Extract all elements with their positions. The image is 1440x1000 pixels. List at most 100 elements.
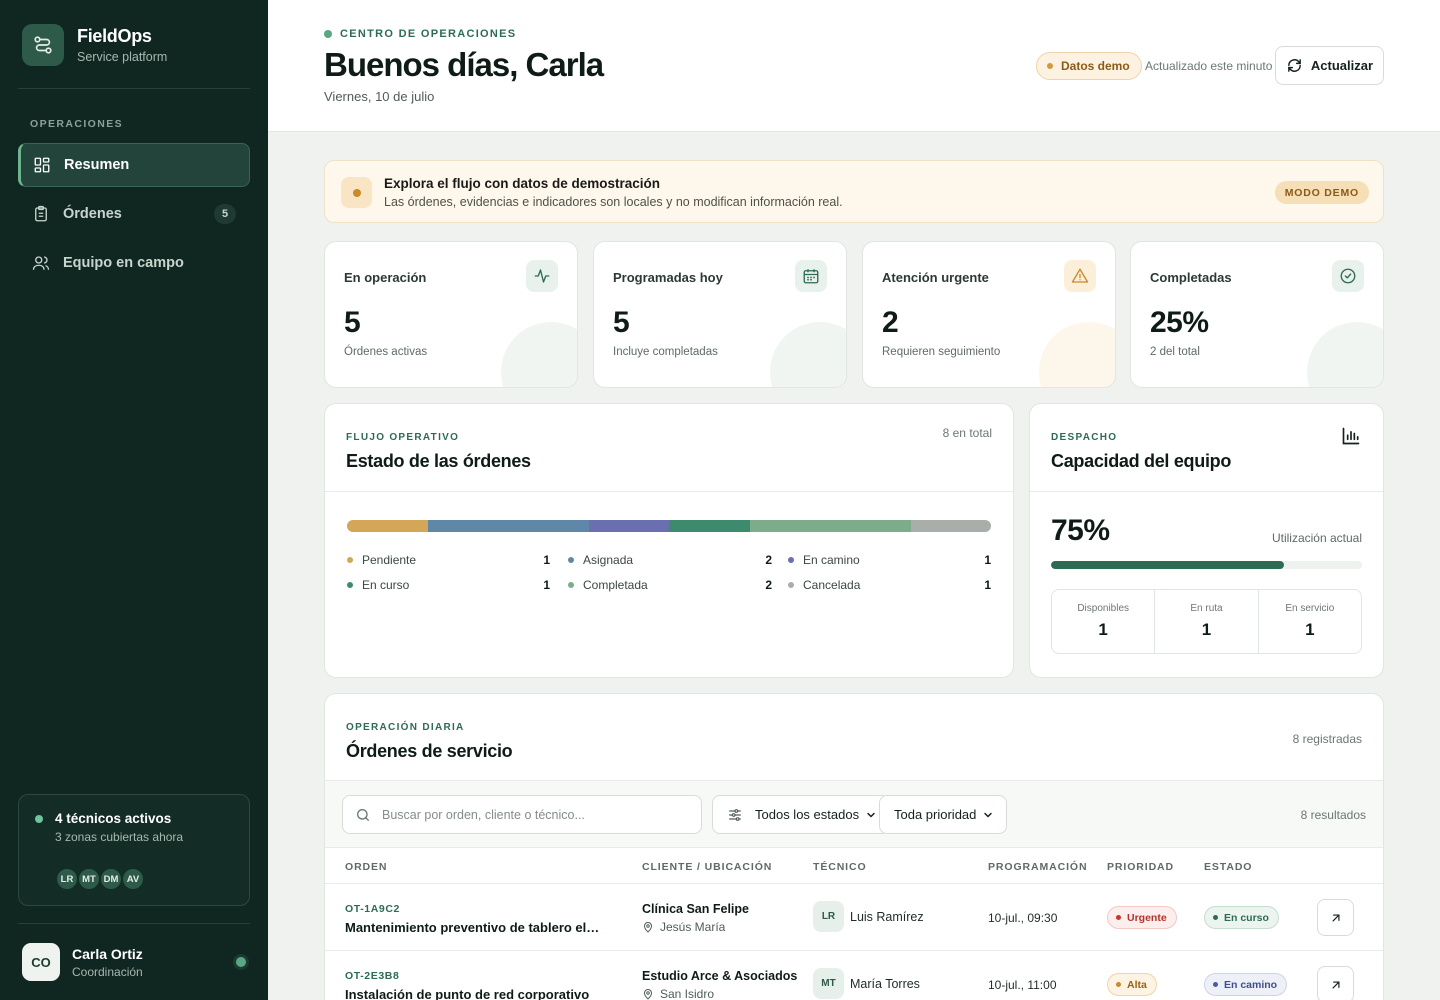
column-header-cliente[interactable]: CLIENTE / UBICACIÓN xyxy=(642,861,772,873)
sidebar-item-resumen[interactable]: Resumen xyxy=(18,143,250,187)
kpi-value: 5 xyxy=(344,306,361,339)
user-avatar: CO xyxy=(22,943,60,981)
client-name: Estudio Arce & Asociados xyxy=(642,969,798,983)
status-label: En curso xyxy=(1224,911,1269,924)
legend-item: Pendiente xyxy=(347,553,416,567)
priority-badge: Urgente xyxy=(1107,906,1177,929)
stat-label: Disponibles xyxy=(1077,603,1130,614)
orders-count-badge: 5 xyxy=(214,204,236,224)
kpi-label: Completadas xyxy=(1150,270,1232,285)
status-bar-segment xyxy=(588,520,669,532)
legend-dot xyxy=(568,582,574,588)
alert-icon xyxy=(1064,260,1096,292)
sidebar-divider xyxy=(18,923,250,924)
banner-subtitle: Las órdenes, evidencias e indicadores so… xyxy=(384,195,843,209)
dashboard-icon xyxy=(33,156,51,174)
table-row[interactable]: OT-1A9C2 Mantenimiento preventivo de tab… xyxy=(325,883,1383,950)
priority-filter-value: Toda prioridad xyxy=(894,807,977,822)
kpi-card-urgente[interactable]: Atención urgente 2 Requieren seguimiento xyxy=(862,241,1116,388)
stat-value: 1 xyxy=(1201,620,1212,639)
kpi-label: Atención urgente xyxy=(882,270,989,285)
chevron-down-icon xyxy=(982,809,994,821)
client-location: Jesús María xyxy=(642,920,725,934)
user-profile[interactable]: CO Carla Ortiz Coordinación xyxy=(22,942,250,982)
legend-dot xyxy=(347,582,353,588)
check-circle-icon xyxy=(1332,260,1364,292)
capacity-note: Utilización actual xyxy=(1271,531,1362,545)
sidebar-item-label: Órdenes xyxy=(63,206,122,222)
legend-item: En camino xyxy=(788,553,860,567)
legend-dot xyxy=(568,557,574,563)
technician: MT María Torres xyxy=(813,968,920,999)
sidebar-item-label: Equipo en campo xyxy=(63,255,184,271)
section-title: Estado de las órdenes xyxy=(346,451,531,471)
legend-label: Pendiente xyxy=(362,553,417,567)
priority-badge: Alta xyxy=(1107,973,1157,996)
brand[interactable]: FieldOps Service platform xyxy=(22,24,167,66)
bar-chart-icon[interactable] xyxy=(1341,426,1361,451)
priority-filter-select[interactable]: Toda prioridad xyxy=(879,795,1008,834)
section-eyebrow: DESPACHO xyxy=(1051,432,1118,443)
stat-label: En ruta xyxy=(1190,603,1223,614)
decorative-blob xyxy=(501,322,577,387)
legend-value: 1 xyxy=(543,553,550,567)
arrow-up-right-icon xyxy=(1329,978,1343,992)
open-order-button[interactable] xyxy=(1317,899,1354,936)
sidebar-item-ordenes[interactable]: Órdenes 5 xyxy=(18,192,250,236)
user-name: Carla Ortiz xyxy=(72,945,143,962)
clipboard-icon xyxy=(32,205,50,223)
capacity-stat: En servicio 1 xyxy=(1259,590,1361,653)
legend-value: 2 xyxy=(765,578,772,592)
search-input[interactable] xyxy=(382,807,682,822)
map-pin-icon xyxy=(642,921,654,933)
legend-dot xyxy=(788,582,794,588)
location-label: San Isidro xyxy=(660,987,715,1000)
decorative-blob xyxy=(770,322,846,387)
banner-title: Explora el flujo con datos de demostraci… xyxy=(384,176,661,191)
table-row[interactable]: OT-2E3B8 Instalación de punto de red cor… xyxy=(325,950,1383,1000)
kpi-value: 5 xyxy=(613,306,630,339)
kpi-card-programadas[interactable]: Programadas hoy 5 Incluye completadas xyxy=(593,241,847,388)
column-header-prioridad[interactable]: PRIORIDAD xyxy=(1107,861,1174,873)
column-header-programacion[interactable]: PROGRAMACIÓN xyxy=(988,861,1087,873)
open-order-button[interactable] xyxy=(1317,966,1354,1000)
order-id[interactable]: OT-2E3B8 xyxy=(345,970,399,982)
refresh-button[interactable]: Actualizar xyxy=(1275,46,1384,85)
column-header-orden[interactable]: ORDEN xyxy=(345,861,387,873)
order-id[interactable]: OT-1A9C2 xyxy=(345,903,400,915)
column-header-estado[interactable]: ESTADO xyxy=(1204,861,1252,873)
capacity-stats: Disponibles 1 En ruta 1 En servicio 1 xyxy=(1051,589,1362,654)
status-dot xyxy=(35,815,43,823)
kpi-subtitle: Incluye completadas xyxy=(613,346,718,358)
sidebar-item-equipo[interactable]: Equipo en campo xyxy=(18,241,250,285)
demo-mode-tag: MODO DEMO xyxy=(1274,181,1369,204)
kpi-card-en-operacion[interactable]: En operación 5 Órdenes activas xyxy=(324,241,578,388)
eyebrow-label: CENTRO DE OPERACIONES xyxy=(340,28,517,40)
demo-badge-label: Datos demo xyxy=(1061,59,1130,73)
service-orders-card: OPERACIÓN DIARIA Órdenes de servicio 8 r… xyxy=(324,693,1384,1000)
status-dot xyxy=(324,30,332,38)
legend-item: Asignada xyxy=(568,553,633,567)
legend-dot xyxy=(347,557,353,563)
map-pin-icon xyxy=(642,988,654,1000)
demo-data-badge: Datos demo xyxy=(1036,52,1142,80)
activity-icon xyxy=(526,260,558,292)
kpi-label: En operación xyxy=(344,270,427,285)
search-field[interactable] xyxy=(342,795,702,834)
status-filter-select[interactable]: Todos los estados xyxy=(712,795,891,834)
kpi-card-completadas[interactable]: Completadas 25% 2 del total xyxy=(1130,241,1384,388)
page-header: CENTRO DE OPERACIONES Buenos días, Carla… xyxy=(268,0,1440,132)
sidebar-divider xyxy=(18,88,250,89)
active-technicians-card: 4 técnicos activos 3 zonas cubiertas aho… xyxy=(18,794,250,906)
column-header-tecnico[interactable]: TÉCNICO xyxy=(813,861,867,873)
legend-label: Cancelada xyxy=(803,578,861,592)
order-title: Instalación de punto de red corporativo xyxy=(345,987,590,1000)
users-icon xyxy=(32,254,50,272)
status-bar-segment xyxy=(347,520,428,532)
avatar: DM xyxy=(99,867,123,891)
status-dot xyxy=(1213,982,1218,987)
order-status-card: FLUJO OPERATIVO Estado de las órdenes 8 … xyxy=(324,403,1014,678)
decorative-blob xyxy=(1039,322,1115,387)
order-title: Mantenimiento preventivo de tablero eléc… xyxy=(345,920,600,935)
current-date: Viernes, 10 de julio xyxy=(324,89,435,104)
